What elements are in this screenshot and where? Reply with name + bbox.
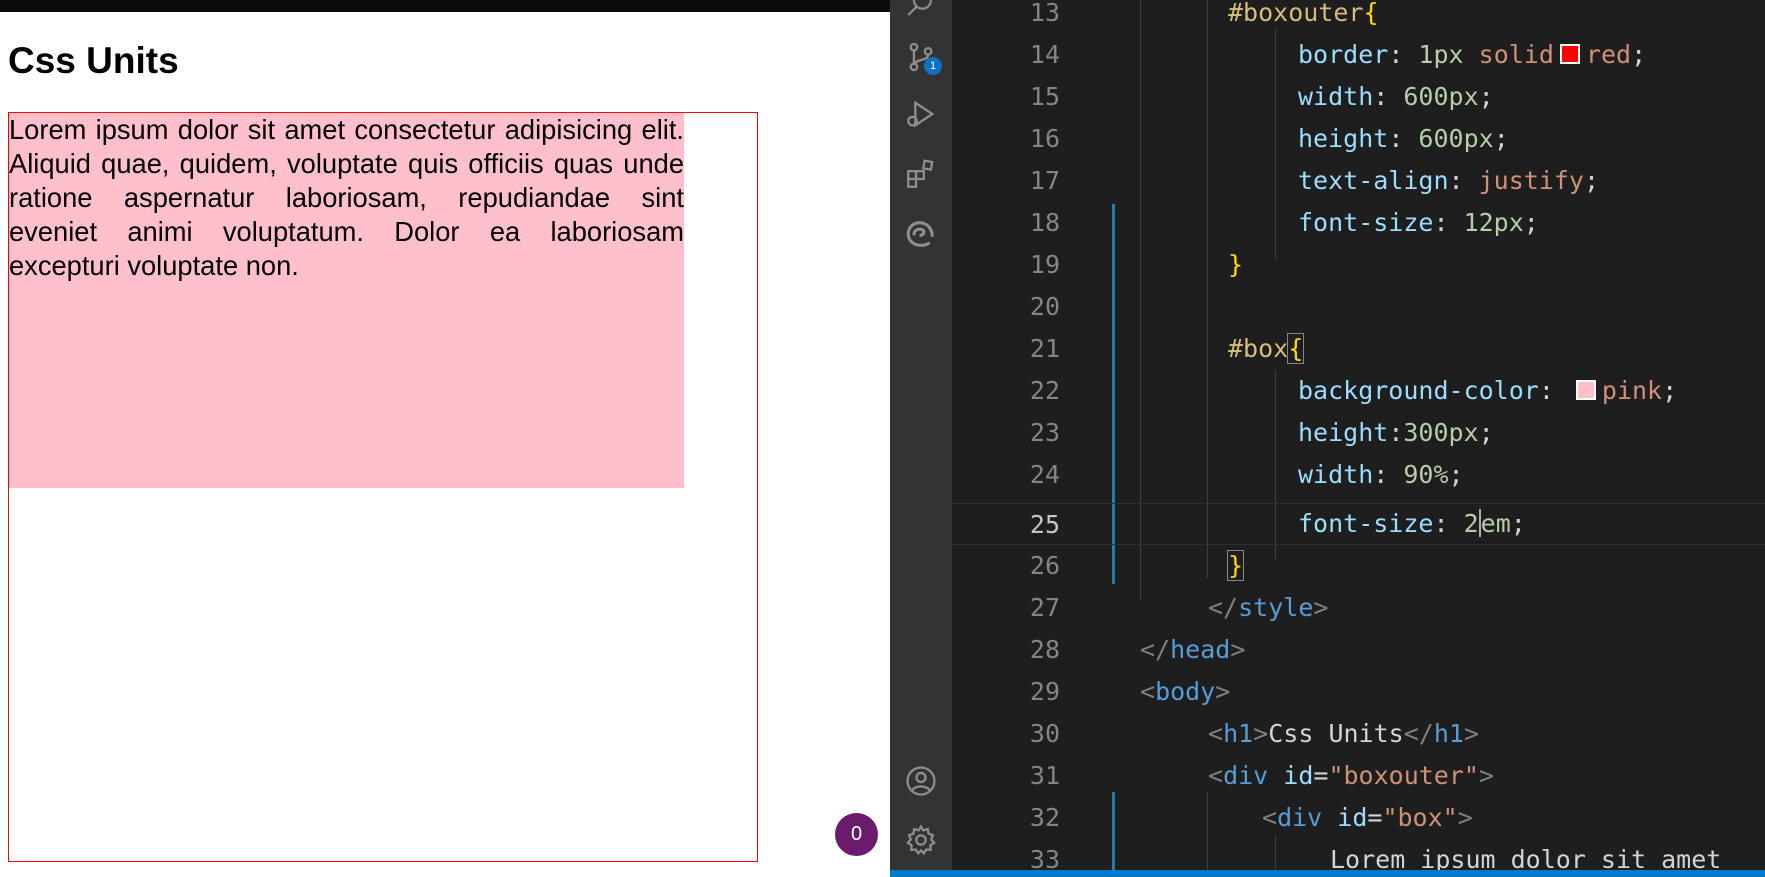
browser-preview: Css Units Lorem ipsum dolor sit amet con…	[0, 0, 890, 877]
code-editor[interactable]: 13 #boxouter{ 14 border: 1px solid red; 1…	[952, 0, 1765, 875]
line-number: 25	[1029, 510, 1060, 539]
edge-browser-icon[interactable]	[904, 217, 938, 251]
code-line[interactable]: 28 </head>	[952, 629, 1765, 671]
line-number: 26	[1029, 551, 1060, 580]
color-swatch[interactable]	[1575, 380, 1596, 400]
status-bar	[890, 870, 1765, 877]
line-number: 28	[1029, 635, 1060, 664]
account-icon[interactable]	[904, 764, 938, 798]
line-number: 16	[1029, 124, 1060, 153]
page-heading: Css Units	[8, 40, 179, 81]
code-line[interactable]: 21 #box{	[952, 328, 1765, 370]
line-number: 20	[1029, 292, 1060, 321]
counter-badge[interactable]: 0	[835, 813, 878, 856]
search-icon[interactable]	[904, 0, 938, 20]
line-number: 27	[1029, 593, 1060, 622]
code-line[interactable]: 32 <div id="box">	[952, 797, 1765, 839]
line-number: 15	[1029, 82, 1060, 111]
settings-gear-icon[interactable]	[904, 823, 938, 857]
line-number: 32	[1029, 803, 1060, 832]
code-line[interactable]: 24 width: 90%;	[952, 454, 1765, 496]
code-line[interactable]: 22 background-color: pink;	[952, 370, 1765, 412]
line-number: 19	[1029, 250, 1060, 279]
line-number: 17	[1029, 166, 1060, 195]
code-line[interactable]: 16 height: 600px;	[952, 118, 1765, 160]
code-line[interactable]: 31 <div id="boxouter">	[952, 755, 1765, 797]
line-number: 24	[1029, 460, 1060, 489]
code-line[interactable]: 14 border: 1px solid red;	[952, 34, 1765, 76]
code-line[interactable]: 17 text-align: justify;	[952, 160, 1765, 202]
line-number: 23	[1029, 418, 1060, 447]
line-number: 18	[1029, 208, 1060, 237]
line-number: 30	[1029, 719, 1060, 748]
vscode-window: 1 13 #boxouter{ 14 border: 1px solid red…	[890, 0, 1765, 877]
code-line[interactable]: 13 #boxouter{	[952, 0, 1765, 34]
code-line[interactable]: 20	[952, 286, 1765, 328]
line-number: 14	[1029, 40, 1060, 69]
run-debug-icon[interactable]	[904, 97, 938, 131]
code-line[interactable]: 26 }	[952, 545, 1765, 587]
browser-top-bar	[0, 0, 890, 12]
code-line[interactable]: 15 width: 600px;	[952, 76, 1765, 118]
code-line[interactable]: 18 font-size: 12px;	[952, 202, 1765, 244]
code-line-current[interactable]: 25 font-size: 2em;	[952, 503, 1765, 545]
code-line[interactable]: 19 }	[952, 244, 1765, 286]
code-line[interactable]: 27 </style>	[952, 587, 1765, 629]
extensions-icon[interactable]	[904, 157, 938, 191]
line-number: 13	[1029, 0, 1060, 27]
code-line[interactable]: 23 height:300px;	[952, 412, 1765, 454]
box-outer: Lorem ipsum dolor sit amet consectetur a…	[8, 112, 758, 862]
activity-bar: 1	[890, 0, 952, 870]
color-swatch[interactable]	[1559, 44, 1580, 64]
box-inner: Lorem ipsum dolor sit amet consectetur a…	[9, 113, 684, 488]
line-number: 21	[1029, 334, 1060, 363]
line-number: 31	[1029, 761, 1060, 790]
code-line[interactable]: 30 <h1>Css Units</h1>	[952, 713, 1765, 755]
line-number: 29	[1029, 677, 1060, 706]
code-line[interactable]: 29 <body>	[952, 671, 1765, 713]
line-number: 22	[1029, 376, 1060, 405]
source-control-badge: 1	[924, 57, 942, 75]
